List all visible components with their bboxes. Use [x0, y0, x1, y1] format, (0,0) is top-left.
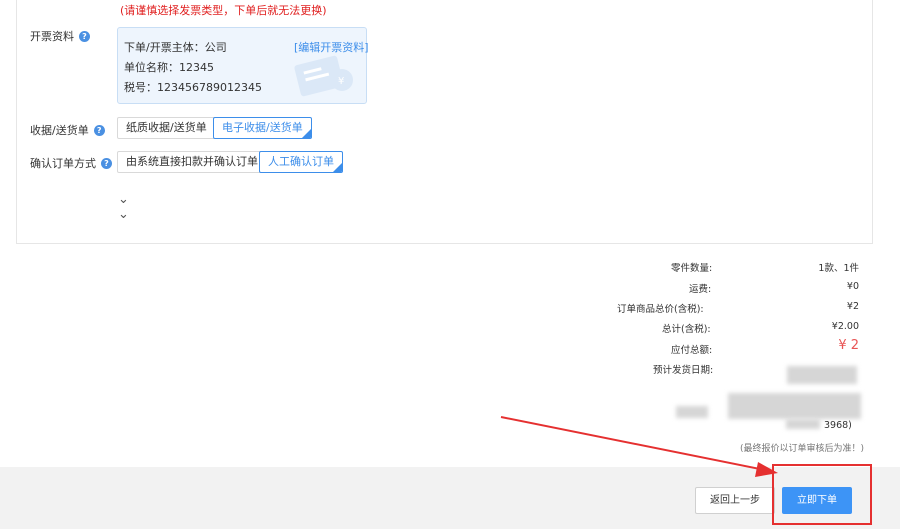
annotation-arrow — [500, 416, 778, 477]
